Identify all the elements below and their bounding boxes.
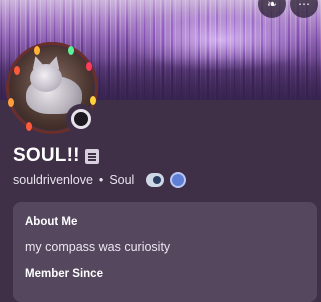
- avatar-light: [86, 62, 92, 71]
- offline-status-icon: [71, 109, 91, 129]
- about-card: About Me my compass was curiosity Member…: [13, 202, 317, 302]
- avatar-light: [14, 66, 20, 75]
- avatar-light: [34, 46, 40, 55]
- pronouns: Soul: [109, 173, 135, 187]
- avatar-light: [8, 98, 14, 107]
- more-icon: ⋯: [298, 0, 310, 11]
- separator-dot: •: [98, 173, 104, 187]
- clan-tag-icon[interactable]: [85, 149, 99, 164]
- status-indicator: [66, 104, 96, 134]
- avatar-light: [90, 96, 96, 105]
- display-name: SOUL!!: [13, 145, 80, 166]
- bio-text: my compass was curiosity: [25, 240, 171, 254]
- boost-icon: ❧: [266, 0, 278, 11]
- username-line: souldrivenlove • Soul: [13, 172, 187, 188]
- server-boost-badge-icon[interactable]: [170, 172, 187, 188]
- avatar-light: [68, 46, 74, 55]
- avatar-light: [26, 122, 32, 131]
- username[interactable]: souldrivenlove: [13, 173, 93, 187]
- member-since-heading: Member Since: [25, 268, 103, 280]
- nitro-badge-icon[interactable]: [146, 173, 165, 187]
- about-me-heading: About Me: [25, 216, 78, 228]
